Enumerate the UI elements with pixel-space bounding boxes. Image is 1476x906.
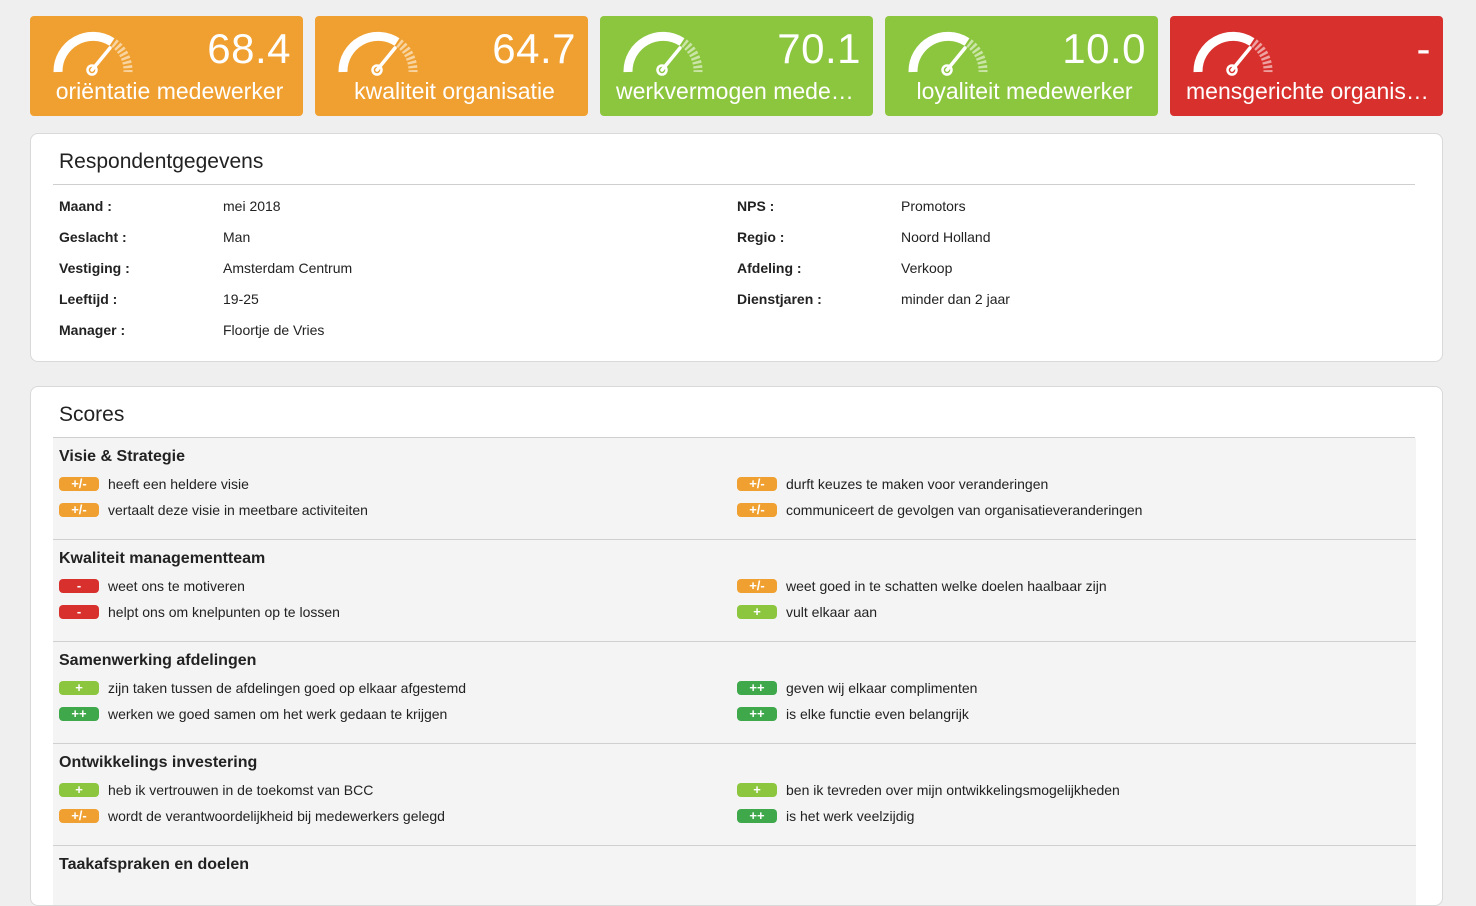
field-label: Manager :: [59, 322, 126, 338]
score-badge: ++: [737, 681, 777, 695]
field-value: Amsterdam Centrum: [223, 260, 353, 276]
score-badge: +/-: [59, 477, 99, 491]
field-label: Regio :: [737, 229, 785, 245]
score-item-text: helpt ons om knelpunten op te lossen: [108, 604, 340, 620]
gauge-icon: [338, 31, 418, 76]
kpi-value: 64.7: [492, 25, 576, 72]
score-item-text: zijn taken tussen de afdelingen goed op …: [108, 680, 467, 696]
field-value: mei 2018: [223, 198, 281, 214]
score-item-text: heeft een heldere visie: [108, 476, 249, 492]
kpi-value: 70.1: [777, 25, 861, 72]
kpi-label: mensgerichte organisatie: [1186, 78, 1433, 104]
score-badge: +/-: [59, 503, 99, 517]
score-item-text: weet goed in te schatten welke doelen ha…: [786, 578, 1107, 594]
field-value: Verkoop: [901, 260, 953, 276]
field-label: Leeftijd :: [59, 291, 118, 307]
field-label: Dienstjaren :: [737, 291, 822, 307]
field-label: Maand :: [59, 198, 112, 214]
field-value: Noord Holland: [901, 229, 991, 245]
score-item-text: communiceert de gevolgen van organisatie…: [786, 502, 1143, 518]
kpi-value: -: [1416, 25, 1431, 72]
gauge-icon: [1193, 31, 1273, 76]
score-item-text: wordt de verantwoordelijkheid bij medewe…: [108, 808, 445, 824]
kpi-label: oriëntatie medewerker: [55, 78, 284, 104]
scores-panel: Scores Visie & Strategie +/- heeft een hel…: [30, 386, 1443, 906]
kpi-tile-loyaliteit[interactable]: 10.0 loyaliteit medewerker: [885, 16, 1158, 116]
score-item-text: ben ik tevreden over mijn ontwikkelingsm…: [786, 782, 1120, 798]
score-section: Kwaliteit managementteam - weet ons te mot…: [53, 540, 1416, 642]
kpi-value: 68.4: [207, 25, 291, 72]
kpi-label: werkvermogen medewerker: [616, 78, 863, 104]
score-item-text: werken we goed samen om het werk gedaan …: [108, 706, 448, 722]
field-label: Afdeling :: [737, 260, 802, 276]
panel-title: Scores: [59, 403, 125, 426]
score-item-text: weet ons te motiveren: [108, 578, 245, 594]
score-item-text: heb ik vertrouwen in de toekomst van BCC: [108, 782, 374, 798]
field-label: NPS :: [737, 198, 775, 214]
field-value: minder dan 2 jaar: [901, 291, 1010, 307]
score-badge: ++: [59, 707, 99, 721]
kpi-tile-werkvermogen[interactable]: 70.1 werkvermogen medewerker: [600, 16, 873, 116]
score-item-text: vult elkaar aan: [786, 604, 878, 620]
kpi-tile-mensgericht[interactable]: - mensgerichte organisatie: [1170, 16, 1443, 116]
score-section: Ontwikkelings investering + heb ik vertrou…: [53, 744, 1416, 846]
score-badge: -: [59, 605, 99, 619]
gauge-icon: [53, 31, 133, 76]
score-item-text: is het werk veelzijdig: [786, 808, 915, 824]
panel-title: Respondentgegevens: [59, 150, 264, 173]
field-value: Floortje de Vries: [223, 322, 325, 338]
score-badge: ++: [737, 809, 777, 823]
field-label: Geslacht :: [59, 229, 127, 245]
kpi-label: loyaliteit medewerker: [916, 78, 1133, 104]
section-title: Visie & Strategie: [59, 448, 185, 465]
section-title: Kwaliteit managementteam: [59, 550, 266, 567]
gauge-icon: [623, 31, 703, 76]
divider: [53, 184, 1415, 185]
score-badge: +/-: [737, 503, 777, 517]
score-badge: +/-: [737, 579, 777, 593]
score-section: Visie & Strategie +/- heeft een heldere vi…: [53, 438, 1416, 540]
score-badge: +/-: [737, 477, 777, 491]
score-item-text: geven wij elkaar complimenten: [786, 680, 978, 696]
score-badge: +: [737, 783, 777, 797]
score-section: Samenwerking afdelingen + zijn taken tusse…: [53, 642, 1416, 744]
score-item-text: is elke functie even belangrijk: [786, 706, 969, 722]
score-item-text: vertaalt deze visie in meetbare activite…: [108, 502, 368, 518]
kpi-label: kwaliteit organisatie: [354, 78, 555, 104]
score-badge: ++: [737, 707, 777, 721]
score-badge: +: [737, 605, 777, 619]
score-badge: +: [59, 783, 99, 797]
field-label: Vestiging :: [59, 260, 130, 276]
section-title: Taakafspraken en doelen: [59, 856, 249, 873]
score-badge: -: [59, 579, 99, 593]
field-value: Man: [223, 229, 251, 245]
kpi-value: 10.0: [1062, 25, 1146, 72]
kpi-tile-kwaliteit[interactable]: 64.7 kwaliteit organisatie: [315, 16, 588, 116]
score-section: Taakafspraken en doelen: [53, 846, 1416, 905]
score-badge: +/-: [59, 809, 99, 823]
respondent-panel: Respondentgegevens Maand : mei 2018 Geslac…: [30, 133, 1443, 362]
field-value: 19-25: [223, 291, 259, 307]
field-value: Promotors: [901, 198, 966, 214]
kpi-tiles: 68.4 oriëntatie medewerker 64.7 kwalitei…: [30, 16, 1443, 116]
section-title: Samenwerking afdelingen: [59, 652, 257, 669]
section-title: Ontwikkelings investering: [59, 754, 258, 771]
score-badge: +: [59, 681, 99, 695]
score-item-text: durft keuzes te maken voor veranderingen: [786, 476, 1049, 492]
kpi-tile-orientatie[interactable]: 68.4 oriëntatie medewerker: [30, 16, 303, 116]
gauge-icon: [908, 31, 988, 76]
